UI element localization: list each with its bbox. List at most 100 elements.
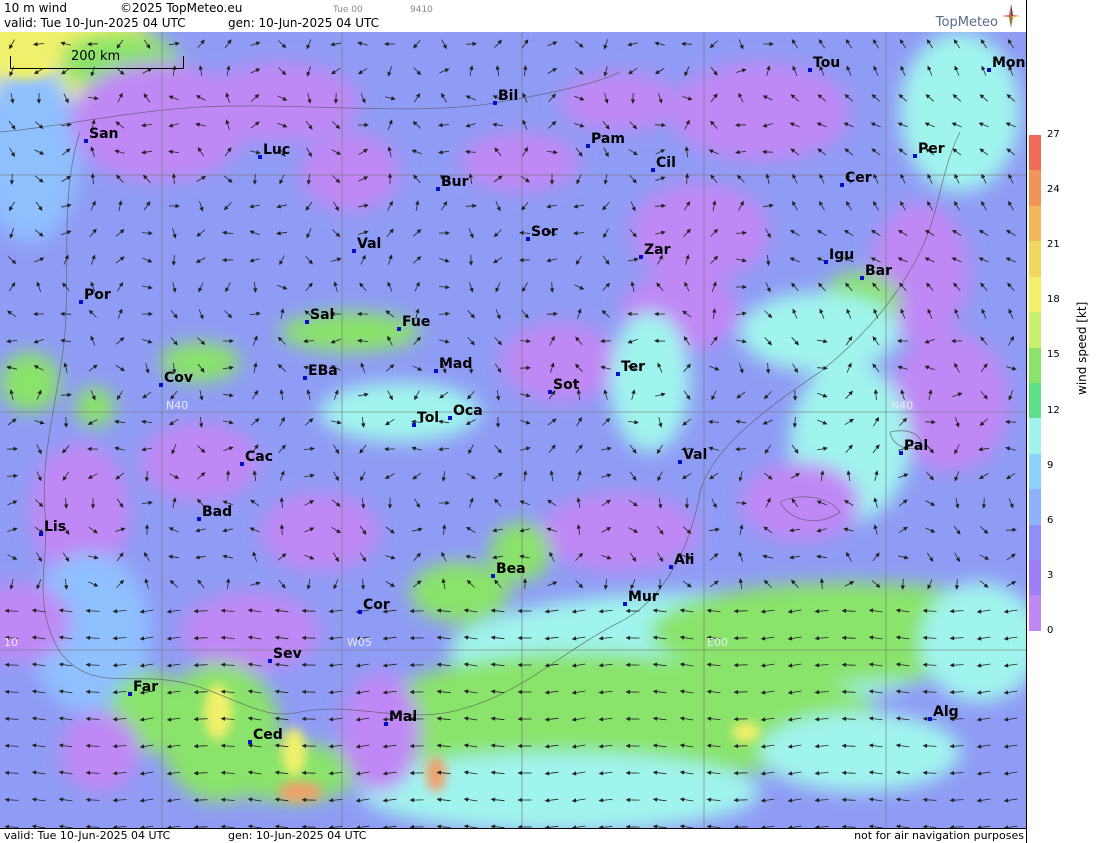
- lon-label-w10: 10: [4, 636, 18, 649]
- city-marker[interactable]: [352, 249, 356, 253]
- city-label: Per: [918, 141, 945, 157]
- wind-field: [0, 32, 1026, 828]
- city-label: Sot: [553, 377, 580, 393]
- city-label: EBa: [308, 363, 338, 379]
- legend-tick-label: 21: [1047, 239, 1060, 251]
- run-label: Tue 00: [333, 5, 363, 15]
- city-label: Far: [133, 679, 159, 695]
- city-marker[interactable]: [928, 717, 932, 721]
- legend-tick-label: 24: [1047, 184, 1060, 196]
- city-label: Bil: [498, 88, 519, 104]
- lon-label-e00: E00: [707, 636, 728, 649]
- color-band: [1029, 135, 1041, 171]
- wind-patch: [60, 712, 140, 792]
- wind-hotspot: [732, 722, 760, 742]
- wind-patch: [760, 712, 960, 792]
- city-marker[interactable]: [616, 372, 620, 376]
- city-label: San: [89, 126, 119, 142]
- city-label: Ter: [621, 359, 646, 375]
- city-marker[interactable]: [197, 517, 201, 521]
- map-footer: valid: Tue 10-Jun-2025 04 UTC gen: 10-Ju…: [0, 829, 1026, 843]
- legend-tick-label: 27: [1047, 129, 1060, 140]
- city-label: Mad: [439, 356, 473, 372]
- map-title: 10 m wind: [4, 1, 67, 15]
- city-marker[interactable]: [639, 255, 643, 259]
- footer-generated-time: gen: 10-Jun-2025 04 UTC: [228, 829, 367, 842]
- city-marker[interactable]: [384, 722, 388, 726]
- color-band: [1029, 205, 1041, 242]
- city-marker[interactable]: [240, 462, 244, 466]
- city-marker[interactable]: [824, 260, 828, 264]
- city-label: Luc: [263, 142, 291, 158]
- city-marker[interactable]: [248, 740, 252, 744]
- city-label: Mur: [628, 589, 659, 605]
- city-marker[interactable]: [434, 369, 438, 373]
- city-marker[interactable]: [159, 383, 163, 387]
- wind-patch: [630, 182, 770, 282]
- city-marker[interactable]: [526, 237, 530, 241]
- disclaimer: not for air navigation purposes: [854, 829, 1024, 842]
- city-marker[interactable]: [412, 423, 416, 427]
- city-label: Bea: [496, 561, 526, 577]
- city-label: Pal: [904, 438, 929, 454]
- footer-valid-time: valid: Tue 10-Jun-2025 04 UTC: [4, 829, 171, 842]
- color-band: [1029, 418, 1041, 454]
- generated-time: gen: 10-Jun-2025 04 UTC: [228, 16, 380, 30]
- wind-patch: [460, 132, 580, 192]
- color-band: [1029, 170, 1041, 206]
- color-bar: [1029, 135, 1041, 631]
- city-marker[interactable]: [128, 692, 132, 696]
- city-marker[interactable]: [436, 187, 440, 191]
- city-marker[interactable]: [548, 390, 552, 394]
- scale-bar: 200 km: [10, 50, 184, 69]
- city-marker[interactable]: [491, 574, 495, 578]
- copyright: ©2025 TopMeteo.eu: [120, 1, 243, 15]
- city-marker[interactable]: [987, 68, 991, 72]
- wind-hotspot: [278, 782, 322, 802]
- city-marker[interactable]: [84, 139, 88, 143]
- city-marker[interactable]: [397, 327, 401, 331]
- city-marker[interactable]: [623, 602, 627, 606]
- city-marker[interactable]: [305, 320, 309, 324]
- city-marker[interactable]: [808, 68, 812, 72]
- city-marker[interactable]: [678, 460, 682, 464]
- city-marker[interactable]: [840, 183, 844, 187]
- city-marker[interactable]: [358, 610, 362, 614]
- city-label: Igu: [829, 247, 855, 263]
- city-label: Mon: [992, 55, 1026, 71]
- city-marker[interactable]: [493, 101, 497, 105]
- wind-map[interactable]: 200 km N40 N40 W05 E00 10 San Bil Tou Mon Lu…: [0, 32, 1026, 829]
- legend-tick-label: 18: [1047, 294, 1060, 306]
- city-marker[interactable]: [258, 155, 262, 159]
- lat-label-n40-left: N40: [166, 399, 189, 412]
- city-label: Cil: [656, 155, 676, 171]
- city-marker[interactable]: [913, 154, 917, 158]
- city-marker[interactable]: [899, 451, 903, 455]
- city-marker[interactable]: [586, 144, 590, 148]
- wind-hotspot: [426, 756, 446, 792]
- city-marker[interactable]: [39, 532, 43, 536]
- city-marker[interactable]: [268, 659, 272, 663]
- color-band: [1029, 241, 1041, 277]
- city-label: Val: [683, 447, 708, 463]
- city-marker[interactable]: [860, 276, 864, 280]
- color-band: [1029, 453, 1041, 490]
- lon-label-w05: W05: [347, 636, 372, 649]
- city-label: Sor: [531, 224, 558, 240]
- city-marker[interactable]: [448, 416, 452, 420]
- city-marker[interactable]: [79, 300, 83, 304]
- wind-patch: [610, 312, 690, 452]
- wind-patch: [300, 132, 400, 212]
- logo-text: TopMeteo: [935, 15, 998, 30]
- legend-tick-label: 3: [1047, 569, 1054, 581]
- city-marker[interactable]: [303, 376, 307, 380]
- legend-tick-label: 15: [1047, 349, 1060, 361]
- color-band: [1029, 595, 1041, 631]
- wind-patch: [740, 292, 900, 372]
- legend-axis-label: wind speed [kt]: [1075, 301, 1089, 395]
- city-marker[interactable]: [669, 565, 673, 569]
- wind-patch: [670, 62, 850, 162]
- legend-tick-label: 6: [1047, 514, 1054, 526]
- city-marker[interactable]: [651, 168, 655, 172]
- wind-patch: [740, 462, 860, 542]
